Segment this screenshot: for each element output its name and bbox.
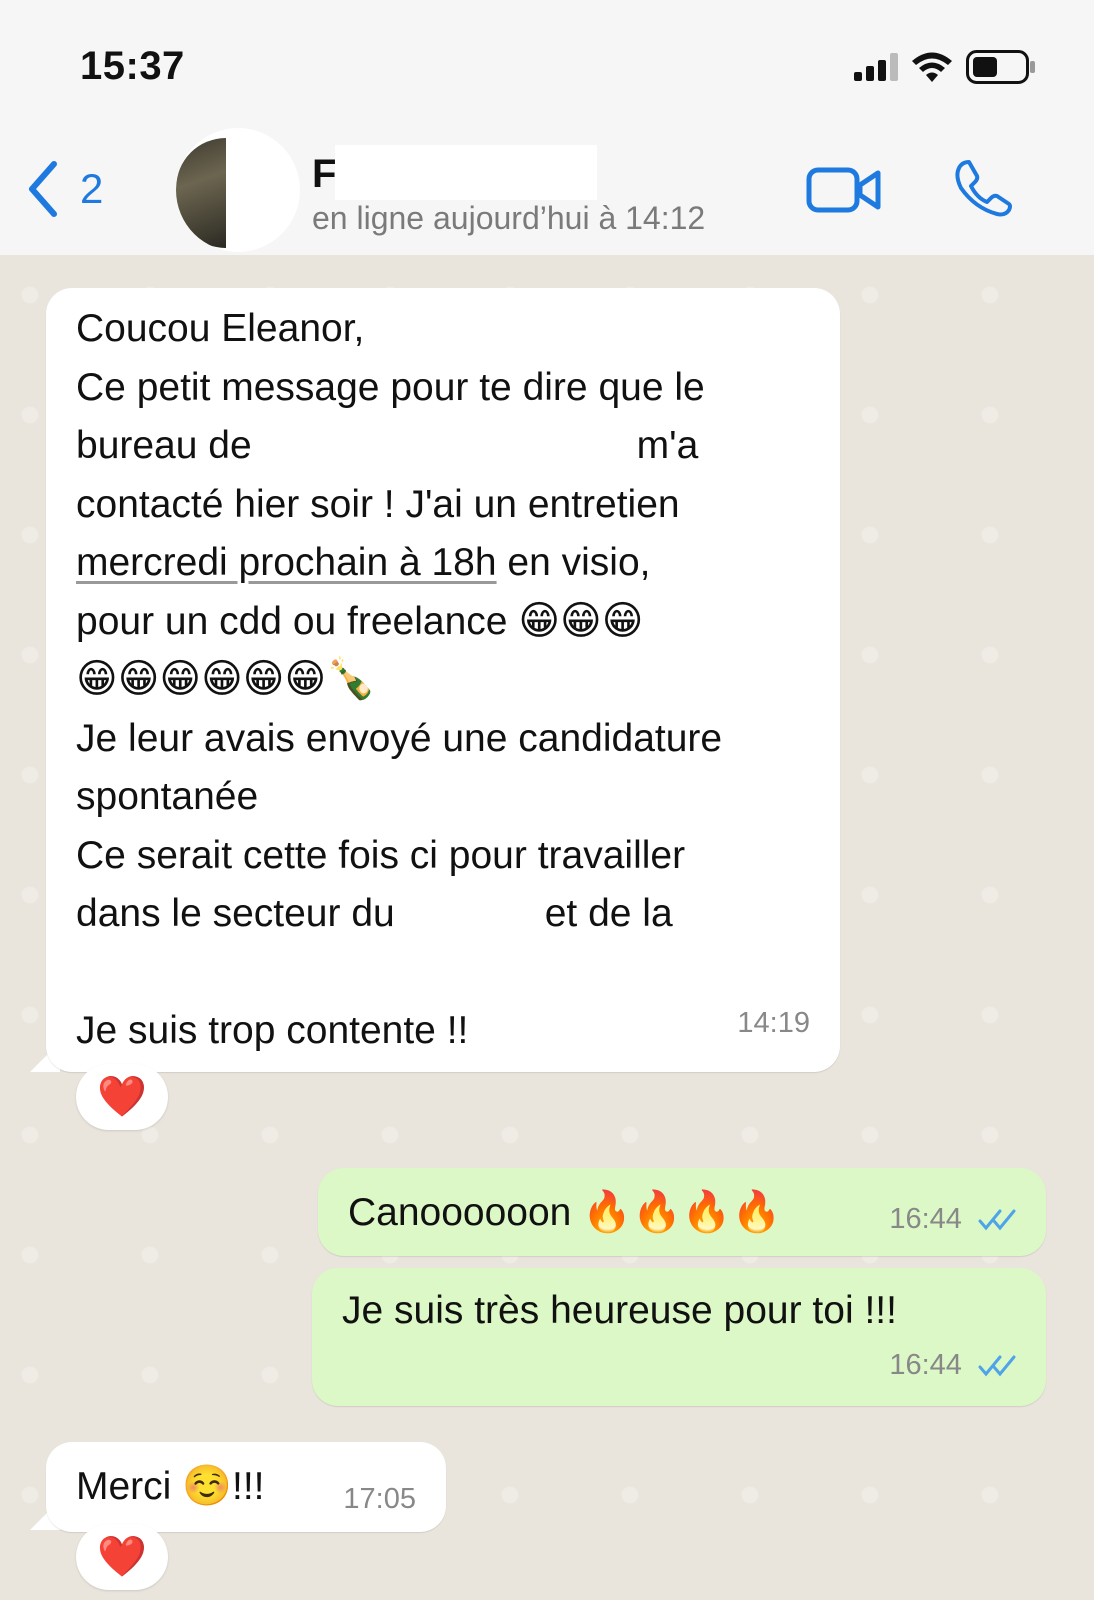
message-line: 😁😁😁😁😁😁🍾 (76, 651, 820, 710)
message-line: dans le secteur du et de la (76, 885, 820, 944)
message-line: contacté hier soir ! J'ai un entretien (76, 482, 680, 526)
message-line: Ce petit message pour te dire que le (76, 365, 705, 409)
message-meta: 16:44 (889, 1336, 1018, 1395)
date-link[interactable]: mercredi prochain à 18h (76, 541, 497, 584)
avatar-photo (176, 138, 226, 248)
grin-emoji: 😁😁😁 (518, 598, 644, 643)
grin-emoji-row: 😁😁😁😁😁😁🍾 (76, 657, 376, 701)
heart-icon: ❤️ (97, 1075, 147, 1119)
back-button[interactable]: 2 (26, 160, 103, 218)
reaction-badge[interactable]: ❤️ (76, 1064, 168, 1130)
message-text: m'a (636, 424, 699, 467)
message-line: spontanée (76, 775, 259, 818)
contact-name[interactable]: F (312, 152, 336, 197)
message-text: bureau de (76, 424, 252, 467)
message-text: Canoooooon (348, 1191, 572, 1234)
message-line: Je suis trop contente !! (76, 1009, 469, 1052)
status-icons (854, 50, 1036, 84)
message-text: dans le secteur du (76, 892, 395, 935)
smiling-emoji: ☺️ (182, 1464, 232, 1508)
voice-call-button[interactable] (953, 158, 1013, 223)
outgoing-message[interactable]: Canoooooon 🔥🔥🔥🔥 16:44 (318, 1168, 1046, 1256)
unread-count: 2 (80, 165, 104, 212)
phone-icon (955, 160, 1012, 217)
message-text: Merci (76, 1465, 172, 1508)
wifi-icon (912, 52, 952, 82)
message-line: bureau de m'a (76, 417, 820, 476)
read-ticks-icon (978, 1209, 1016, 1231)
chat-header: 15:37 2 F en ligne aujourd’hui à 14:12 (0, 0, 1094, 255)
reaction-badge[interactable]: ❤️ (76, 1524, 168, 1590)
message-line: mercredi prochain à 18h en visio, (76, 534, 820, 593)
video-call-button[interactable] (806, 165, 882, 220)
message-line: Ce serait cette fois ci pour travailler (76, 833, 686, 877)
battery-icon (966, 50, 1035, 84)
message-text: en visio, (496, 541, 651, 584)
read-ticks-icon (978, 1355, 1016, 1377)
message-time: 16:44 (889, 1348, 962, 1381)
message-time: 16:44 (889, 1203, 962, 1235)
avatar[interactable] (176, 128, 300, 252)
outgoing-message[interactable]: Je suis très heureuse pour toi !!! 16:44 (312, 1268, 1046, 1406)
contact-status: en ligne aujourd’hui à 14:12 (312, 200, 706, 236)
message-meta: 16:44 (889, 1190, 1018, 1249)
incoming-message[interactable]: Merci ☺️!!! 17:05 (46, 1442, 446, 1532)
message-text: !!! (232, 1465, 265, 1508)
message-text: pour un cdd ou freelance (76, 599, 508, 643)
message-time: 17:05 (343, 1483, 416, 1515)
fire-emoji: 🔥🔥🔥🔥 (582, 1190, 782, 1234)
message-text: Je suis très heureuse pour toi !!! (342, 1289, 897, 1332)
message-line: pour un cdd ou freelance 😁😁😁 (76, 593, 820, 652)
message-line: Coucou Eleanor, (76, 307, 365, 350)
message-line: Je leur avais envoyé une candidature (76, 716, 723, 760)
message-time: 14:19 (737, 1006, 810, 1039)
heart-icon: ❤️ (97, 1535, 147, 1579)
status-time: 15:37 (80, 44, 185, 88)
video-call-icon (806, 167, 881, 213)
incoming-message[interactable]: Coucou Eleanor, Ce petit message pour te… (46, 288, 840, 1072)
redaction-mask (335, 145, 597, 200)
signal-icon (854, 53, 898, 81)
back-chevron-icon (29, 161, 57, 217)
message-text: et de la (544, 892, 673, 935)
